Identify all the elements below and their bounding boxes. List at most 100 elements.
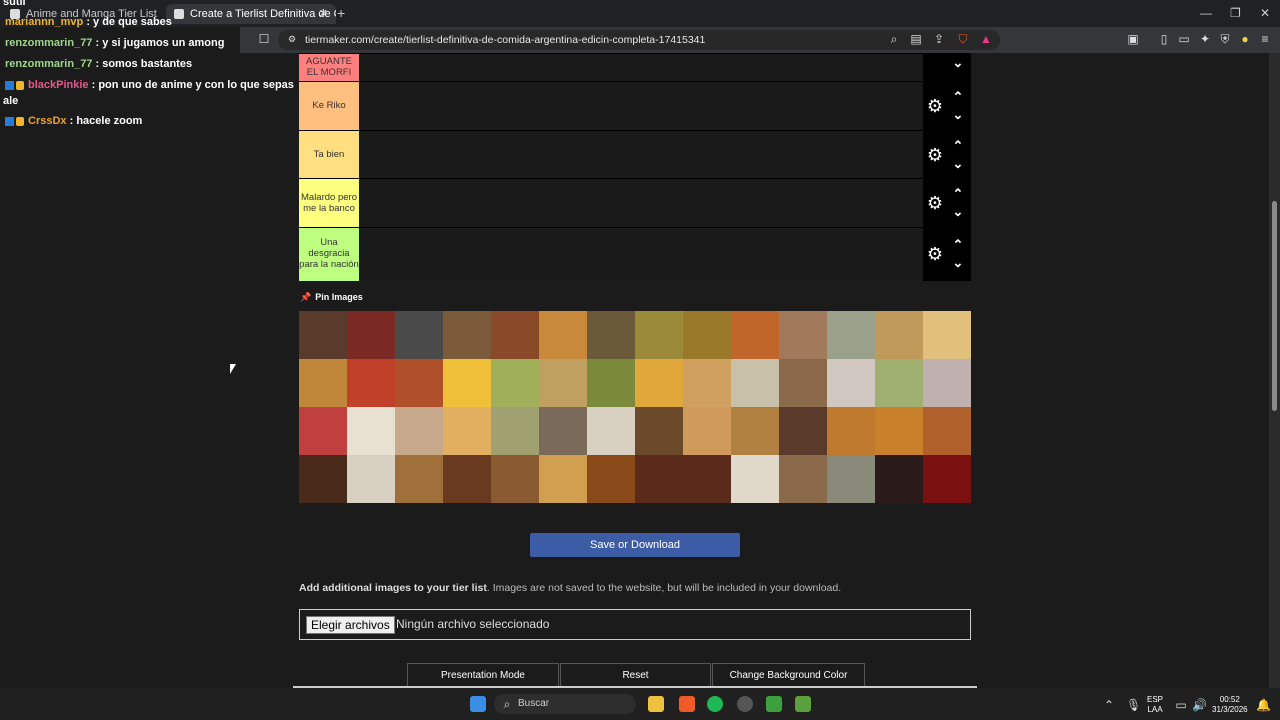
food-image-tile[interactable] <box>347 359 395 407</box>
chevron-up-icon[interactable]: ⌃ <box>951 238 965 251</box>
tier-label[interactable]: Ke Riko <box>299 82 359 131</box>
tier-row[interactable]: AGUANTE EL MORFI ⌄ <box>299 53 971 82</box>
tier-label[interactable]: Una desgracia para la nación <box>299 228 359 281</box>
food-image-tile[interactable] <box>395 311 443 359</box>
chevron-down-icon[interactable]: ⌄ <box>951 205 965 218</box>
vpn-icon[interactable]: ⛨ <box>1219 33 1231 45</box>
chevron-down-icon[interactable]: ⌄ <box>951 157 965 170</box>
food-image-tile[interactable] <box>875 407 923 455</box>
food-image-tile[interactable] <box>827 311 875 359</box>
save-download-button[interactable]: Save or Download <box>530 533 740 557</box>
new-tab-button[interactable]: + <box>337 5 345 21</box>
food-image-tile[interactable] <box>635 455 683 503</box>
media-icon[interactable]: ▣ <box>1127 33 1139 45</box>
chevron-down-icon[interactable]: ⌄ <box>951 56 965 69</box>
tab-create-tierlist[interactable]: Create a Tierlist Definitiva de Co ✕ <box>166 4 336 24</box>
food-image-tile[interactable] <box>875 455 923 503</box>
food-image-tile[interactable] <box>443 311 491 359</box>
spotify-icon[interactable] <box>707 696 723 712</box>
food-image-tile[interactable] <box>635 311 683 359</box>
tier-row[interactable]: Ta bien ⚙ ⌃ ⌄ <box>299 130 971 179</box>
tray-expand-icon[interactable]: ⌃ <box>1103 699 1115 711</box>
search-placeholder[interactable]: Buscar <box>518 698 549 709</box>
food-image-tile[interactable] <box>923 455 971 503</box>
food-image-tile[interactable] <box>347 407 395 455</box>
food-image-tile[interactable] <box>923 311 971 359</box>
minecraft-launcher-icon[interactable] <box>795 696 811 712</box>
food-image-tile[interactable] <box>395 407 443 455</box>
food-image-tile[interactable] <box>683 359 731 407</box>
food-image-tile[interactable] <box>827 455 875 503</box>
url-text[interactable]: tiermaker.com/create/tierlist-definitiva… <box>305 34 705 46</box>
tier-row[interactable]: Malardo pero me la banco ⚙ ⌃ ⌄ <box>299 178 971 228</box>
food-image-tile[interactable] <box>299 311 347 359</box>
share-icon[interactable]: ⇪ <box>933 33 945 45</box>
bookmark-icon[interactable]: ☐ <box>258 33 270 45</box>
food-image-tile[interactable] <box>827 407 875 455</box>
food-image-tile[interactable] <box>299 455 347 503</box>
wallet-icon[interactable]: ▭ <box>1178 33 1190 45</box>
choose-files-button[interactable]: Elegir archivos <box>306 616 395 634</box>
scrollbar[interactable] <box>1269 53 1280 689</box>
chevron-down-icon[interactable]: ⌄ <box>951 108 965 121</box>
food-image-tile[interactable] <box>731 311 779 359</box>
gear-icon[interactable]: ⚙ <box>925 244 945 264</box>
food-image-tile[interactable] <box>491 311 539 359</box>
food-image-tile[interactable] <box>875 311 923 359</box>
food-image-tile[interactable] <box>683 455 731 503</box>
food-image-tile[interactable] <box>779 311 827 359</box>
gear-icon[interactable]: ⚙ <box>925 96 945 116</box>
food-image-tile[interactable] <box>779 359 827 407</box>
food-image-tile[interactable] <box>875 359 923 407</box>
windows-start-icon[interactable] <box>470 696 486 712</box>
food-image-tile[interactable] <box>635 407 683 455</box>
leo-icon[interactable]: ✦ <box>1199 33 1211 45</box>
volume-icon[interactable]: 🔊 <box>1192 699 1207 711</box>
zoom-icon[interactable]: ⌕ <box>888 33 900 45</box>
scrollbar-thumb[interactable] <box>1272 201 1277 411</box>
sidebar-icon[interactable]: ▯ <box>1158 33 1170 45</box>
food-image-tile[interactable] <box>347 455 395 503</box>
pin-images-toggle[interactable]: 📌 Pin Images <box>300 292 363 303</box>
gear-icon[interactable]: ⚙ <box>925 145 945 165</box>
food-image-tile[interactable] <box>587 311 635 359</box>
food-image-tile[interactable] <box>587 407 635 455</box>
food-image-tile[interactable] <box>923 407 971 455</box>
food-image-tile[interactable] <box>539 455 587 503</box>
food-image-tile[interactable] <box>347 311 395 359</box>
gear-icon[interactable]: ⚙ <box>925 193 945 213</box>
food-image-tile[interactable] <box>491 359 539 407</box>
food-image-tile[interactable] <box>779 455 827 503</box>
clock[interactable]: 00:52 31/3/2026 <box>1212 695 1248 715</box>
food-image-tile[interactable] <box>683 311 731 359</box>
restore-icon[interactable]: ❐ <box>1230 6 1241 20</box>
food-image-tile[interactable] <box>299 359 347 407</box>
tier-label[interactable]: Ta bien <box>299 131 359 179</box>
food-image-tile[interactable] <box>779 407 827 455</box>
food-image-tile[interactable] <box>539 311 587 359</box>
food-image-tile[interactable] <box>731 455 779 503</box>
brave-rewards-icon[interactable]: ▲ <box>980 33 992 45</box>
food-image-tile[interactable] <box>731 407 779 455</box>
file-explorer-icon[interactable] <box>648 696 664 712</box>
chevron-down-icon[interactable]: ⌄ <box>951 256 965 269</box>
network-icon[interactable]: ▭ <box>1175 699 1187 711</box>
close-tab-icon[interactable]: ✕ <box>319 4 328 24</box>
microphone-icon[interactable]: 🎙 <box>1126 699 1141 711</box>
food-image-tile[interactable] <box>443 455 491 503</box>
food-image-tile[interactable] <box>491 407 539 455</box>
food-image-tile[interactable] <box>731 359 779 407</box>
taskbar-search[interactable] <box>494 694 636 714</box>
food-image-tile[interactable] <box>539 359 587 407</box>
food-image-tile[interactable] <box>539 407 587 455</box>
food-image-tile[interactable] <box>587 455 635 503</box>
menu-icon[interactable]: ≡ <box>1259 33 1271 45</box>
tier-label[interactable]: Malardo pero me la banco <box>299 179 359 228</box>
close-window-icon[interactable]: ✕ <box>1260 6 1270 20</box>
food-image-tile[interactable] <box>635 359 683 407</box>
food-image-tile[interactable] <box>395 359 443 407</box>
tier-row[interactable]: Ke Riko ⚙ ⌃ ⌄ <box>299 81 971 131</box>
chevron-up-icon[interactable]: ⌃ <box>951 187 965 200</box>
food-image-tile[interactable] <box>683 407 731 455</box>
tier-row[interactable]: Una desgracia para la nación ⚙ ⌃ ⌄ <box>299 227 971 281</box>
